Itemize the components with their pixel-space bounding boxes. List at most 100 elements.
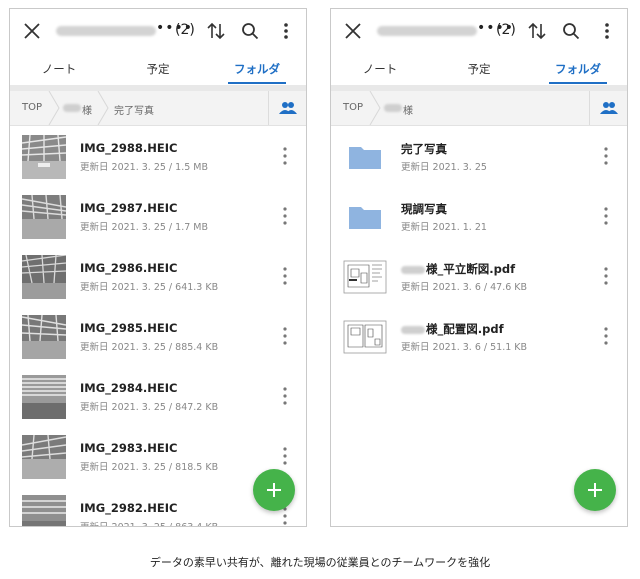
breadcrumb-current: 完了写真 <box>114 106 154 117</box>
item-meta: 更新日 2021. 3. 25 <box>401 162 487 173</box>
tab-bar: ノート 予定 フォルダ <box>10 53 306 86</box>
add-button[interactable] <box>574 469 616 511</box>
plus-icon <box>588 483 602 497</box>
folder-icon <box>349 207 381 229</box>
list-item[interactable]: IMG_2985.HEIC 更新日 2021. 3. 25 / 885.4 KB <box>10 306 306 366</box>
photo-thumbnail <box>22 135 66 179</box>
more-vertical-icon[interactable] <box>278 384 292 408</box>
breadcrumb: TOP 様 完了写真 <box>10 91 306 126</box>
sort-button[interactable] <box>523 17 551 45</box>
top-bar: •••• (2) <box>10 9 306 53</box>
item-meta: 更新日 2021. 1. 21 <box>401 222 487 233</box>
list-item[interactable]: 完了写真 更新日 2021. 3. 25 <box>331 126 627 186</box>
more-vertical-icon[interactable] <box>278 204 292 228</box>
more-vertical-icon[interactable] <box>278 444 292 468</box>
more-vertical-icon[interactable] <box>278 264 292 288</box>
breadcrumb-owner[interactable]: 様 <box>82 102 92 117</box>
more-vertical-icon[interactable] <box>599 264 613 288</box>
photo-thumbnail <box>22 375 66 419</box>
folder-thumbnail <box>343 135 387 179</box>
list-item[interactable]: IMG_2984.HEIC 更新日 2021. 3. 25 / 847.2 KB <box>10 366 306 426</box>
file-name: IMG_2985.HEIC <box>80 321 178 335</box>
file-meta: 更新日 2021. 3. 25 / 847.2 KB <box>80 402 219 413</box>
owner-redacted <box>401 265 425 274</box>
search-button[interactable] <box>557 17 585 45</box>
title-count: (2) <box>496 22 516 38</box>
file-list: IMG_2988.HEIC 更新日 2021. 3. 25 / 1.5 MB I… <box>10 126 306 526</box>
more-button[interactable] <box>272 17 300 45</box>
list-item[interactable]: IMG_2986.HEIC 更新日 2021. 3. 25 / 641.3 KB <box>10 246 306 306</box>
item-name: 様_平立断図.pdf <box>401 261 515 277</box>
more-vertical-icon[interactable] <box>278 324 292 348</box>
list-item[interactable]: 現調写真 更新日 2021. 1. 21 <box>331 186 627 246</box>
list-item[interactable]: IMG_2988.HEIC 更新日 2021. 3. 25 / 1.5 MB <box>10 126 306 186</box>
tab-notes[interactable]: ノート <box>10 61 108 77</box>
more-vertical-icon <box>605 23 609 39</box>
sort-button[interactable] <box>202 17 230 45</box>
more-vertical-icon[interactable] <box>599 204 613 228</box>
photo-thumbnail <box>22 315 66 359</box>
breadcrumb-separator <box>369 91 381 125</box>
close-icon <box>24 23 40 39</box>
tab-bar: ノート 予定 フォルダ <box>331 53 627 86</box>
more-vertical-icon[interactable] <box>599 324 613 348</box>
breadcrumb-top[interactable]: TOP <box>343 102 363 113</box>
members-button[interactable] <box>268 91 306 125</box>
list-item[interactable]: 様_平立断図.pdf 更新日 2021. 3. 6 / 47.6 KB <box>331 246 627 306</box>
file-meta: 更新日 2021. 3. 25 / 885.4 KB <box>80 342 219 353</box>
file-name: IMG_2982.HEIC <box>80 501 178 515</box>
breadcrumb-owner: 様 <box>403 106 413 117</box>
add-button[interactable] <box>253 469 295 511</box>
tab-folders[interactable]: フォルダ <box>208 61 306 77</box>
title-count: (2) <box>175 22 195 38</box>
file-name: IMG_2986.HEIC <box>80 261 178 275</box>
folder-list: 完了写真 更新日 2021. 3. 25 現調写真 更新日 2021. 1. 2… <box>331 126 627 366</box>
file-name: IMG_2988.HEIC <box>80 141 178 155</box>
plus-icon <box>267 483 281 497</box>
search-icon <box>242 23 259 40</box>
tab-schedule[interactable]: 予定 <box>109 61 207 77</box>
close-button[interactable] <box>339 17 367 45</box>
file-meta: 更新日 2021. 3. 25 / 1.7 MB <box>80 222 208 233</box>
item-meta: 更新日 2021. 3. 6 / 47.6 KB <box>401 282 528 293</box>
caption: データの素早い共有が、離れた現場の従業員とのチームワークを強化 <box>149 556 491 569</box>
file-meta: 更新日 2021. 3. 25 / 818.5 KB <box>80 462 219 473</box>
photo-thumbnail <box>22 495 66 526</box>
tab-folders[interactable]: フォルダ <box>529 61 627 77</box>
users-icon <box>600 102 618 114</box>
close-icon <box>345 23 361 39</box>
list-item[interactable]: IMG_2987.HEIC 更新日 2021. 3. 25 / 1.7 MB <box>10 186 306 246</box>
breadcrumb-owner-redacted <box>63 104 81 112</box>
item-name-text: 様_平立断図.pdf <box>426 262 516 276</box>
more-button[interactable] <box>593 17 621 45</box>
tab-notes[interactable]: ノート <box>331 61 429 77</box>
file-meta: 更新日 2021. 3. 25 / 641.3 KB <box>80 282 219 293</box>
list-item[interactable]: 様_配置図.pdf 更新日 2021. 3. 6 / 51.1 KB <box>331 306 627 366</box>
photo-thumbnail <box>22 435 66 479</box>
search-button[interactable] <box>236 17 264 45</box>
breadcrumb-top[interactable]: TOP <box>22 102 42 113</box>
file-meta: 更新日 2021. 3. 25 / 863.4 KB <box>80 519 218 526</box>
more-vertical-icon[interactable] <box>599 144 613 168</box>
pdf-thumbnail <box>343 315 387 359</box>
right-screen: •••• (2) ノート 予定 フォルダ TOP 様 完了写真 更新日 2021… <box>330 8 628 527</box>
folder-thumbnail <box>343 195 387 239</box>
members-button[interactable] <box>589 91 627 125</box>
file-name: IMG_2984.HEIC <box>80 381 178 395</box>
tab-schedule[interactable]: 予定 <box>430 61 528 77</box>
file-name: IMG_2983.HEIC <box>80 441 178 455</box>
photo-thumbnail <box>22 195 66 239</box>
title-redacted <box>56 26 156 36</box>
close-button[interactable] <box>18 17 46 45</box>
item-name: 様_配置図.pdf <box>401 321 504 337</box>
more-vertical-icon <box>284 23 288 39</box>
more-vertical-icon[interactable] <box>278 144 292 168</box>
owner-redacted <box>401 325 425 334</box>
photo-thumbnail <box>22 255 66 299</box>
users-icon <box>279 102 297 114</box>
item-name: 現調写真 <box>401 202 447 216</box>
file-name: IMG_2987.HEIC <box>80 201 178 215</box>
pdf-thumbnail <box>343 255 387 299</box>
item-meta: 更新日 2021. 3. 6 / 51.1 KB <box>401 342 528 353</box>
active-tab-indicator <box>228 82 286 84</box>
